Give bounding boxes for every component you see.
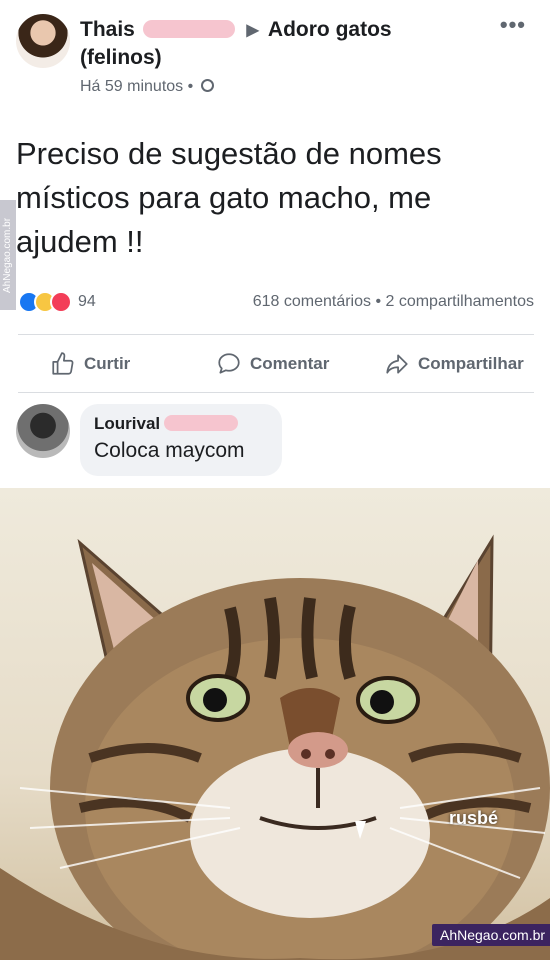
- engagement-stats[interactable]: 618 comentários • 2 compartilhamentos: [253, 293, 534, 311]
- divider: [18, 392, 534, 393]
- like-label: Curtir: [84, 354, 131, 373]
- reactions-row[interactable]: 94 618 comentários • 2 compartilhamentos: [18, 290, 534, 314]
- globe-icon: [200, 79, 214, 92]
- author-name[interactable]: Thais: [80, 18, 135, 41]
- like-button[interactable]: Curtir: [50, 350, 130, 378]
- comment-label: Comentar: [250, 354, 330, 373]
- redaction-mark: [164, 415, 239, 431]
- post-body: Preciso de sugestão de nomes místicos pa…: [16, 136, 442, 259]
- cat-photo[interactable]: rusbé AhNegao.com.br: [0, 488, 550, 960]
- comment-text: Coloca maycom: [94, 439, 245, 462]
- action-bar: Curtir Comentar Compartilhar: [0, 336, 550, 392]
- post-header: Thais ▶ Adoro gatos (felinos) Há 59 minu…: [0, 0, 550, 110]
- post-timestamp[interactable]: Há 59 minutos: [80, 78, 183, 95]
- watermark-badge: AhNegao.com.br: [432, 924, 550, 946]
- commenter-avatar[interactable]: [16, 404, 70, 458]
- comment-button[interactable]: Comentar: [216, 350, 329, 378]
- thumbs-up-icon: [52, 352, 74, 375]
- comment-author-line: Lourival: [94, 412, 268, 436]
- group-name[interactable]: Adoro gatos: [268, 18, 392, 41]
- cat-illustration: [0, 534, 550, 960]
- group-suffix[interactable]: (felinos): [80, 46, 162, 69]
- post-meta: Há 59 minutos •: [80, 78, 214, 96]
- author-line: Thais ▶ Adoro gatos (felinos): [80, 16, 500, 71]
- redaction-mark: [142, 20, 235, 38]
- reaction-count[interactable]: 94: [78, 293, 96, 311]
- side-watermark: AhNegao.com.br: [0, 200, 16, 310]
- share-label: Compartilhar: [418, 354, 524, 373]
- comment-author[interactable]: Lourival: [94, 414, 160, 433]
- separator-dot: •: [187, 78, 194, 95]
- share-arrow-icon: [386, 354, 408, 374]
- author-avatar[interactable]: [16, 14, 70, 68]
- love-reaction-icon: [50, 291, 72, 313]
- image-caption: rusbé: [449, 808, 499, 828]
- share-button[interactable]: Compartilhar: [384, 350, 524, 378]
- comment-icon: [218, 353, 240, 374]
- arrow-right-icon: ▶: [246, 22, 259, 39]
- comment-bubble: Lourival Coloca maycom: [80, 404, 282, 476]
- more-options-icon[interactable]: •••: [500, 12, 526, 38]
- divider: [18, 334, 534, 335]
